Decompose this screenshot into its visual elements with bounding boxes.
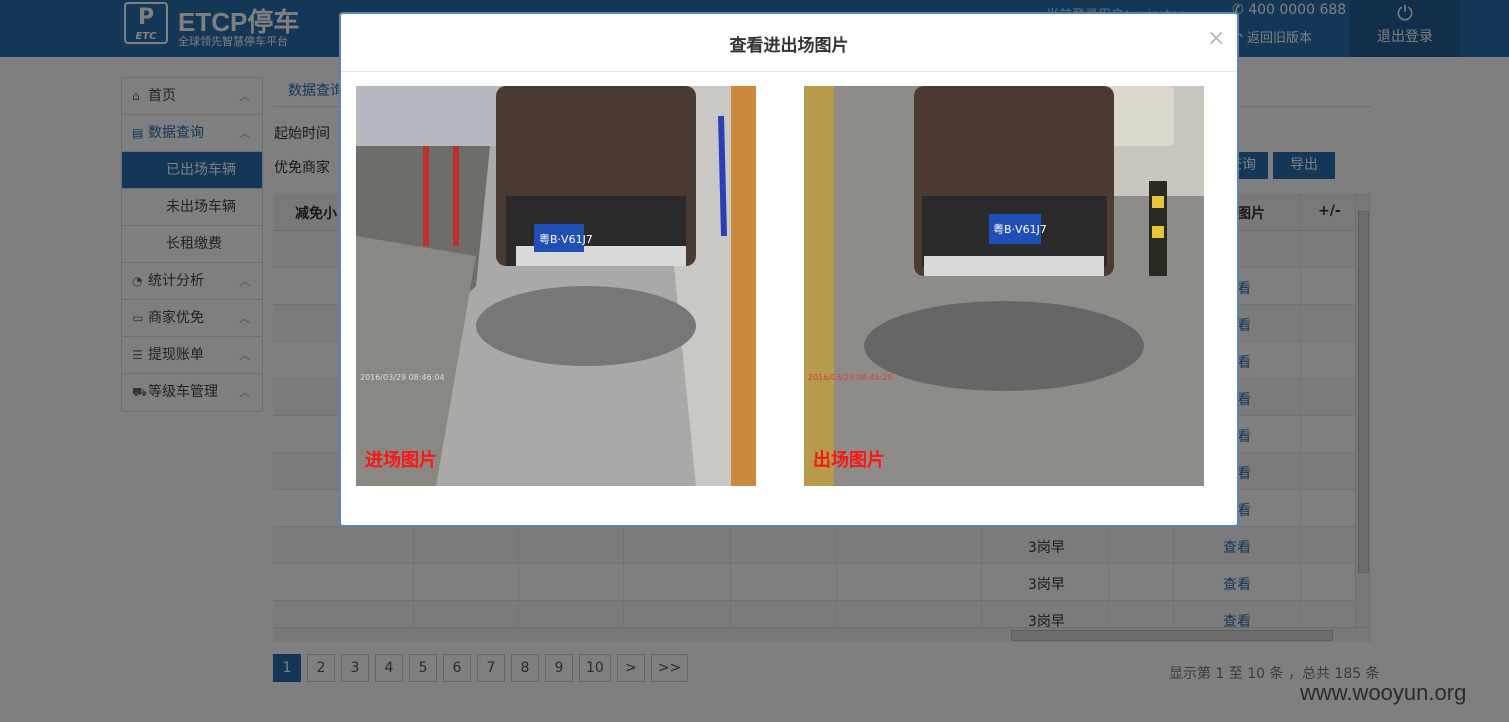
image-modal: 查看进出场图片 × 粤B·V61J7 2016/03/29 08:46:04 进… (339, 12, 1239, 527)
entry-photo: 粤B·V61J7 2016/03/29 08:46:04 进场图片 (356, 86, 756, 486)
close-icon[interactable]: × (1207, 26, 1225, 51)
exit-car-image: 粤B·V61J7 2016/03/29 08:46:28 (804, 86, 1204, 486)
entry-car-image: 粤B·V61J7 2016/03/29 08:46:04 (356, 86, 756, 486)
exit-photo: 粤B·V61J7 2016/03/29 08:46:28 出场图片 (804, 86, 1204, 486)
entry-photo-caption: 进场图片 (365, 450, 437, 471)
modal-divider (341, 71, 1237, 72)
svg-text:2016/03/29 08:46:04: 2016/03/29 08:46:04 (360, 373, 445, 382)
svg-text:粤B·V61J7: 粤B·V61J7 (993, 222, 1047, 236)
svg-text:2016/03/29 08:46:28: 2016/03/29 08:46:28 (808, 373, 893, 382)
exit-photo-caption: 出场图片 (813, 450, 885, 471)
modal-title: 查看进出场图片 (729, 36, 849, 56)
svg-text:粤B·V61J7: 粤B·V61J7 (539, 232, 593, 246)
